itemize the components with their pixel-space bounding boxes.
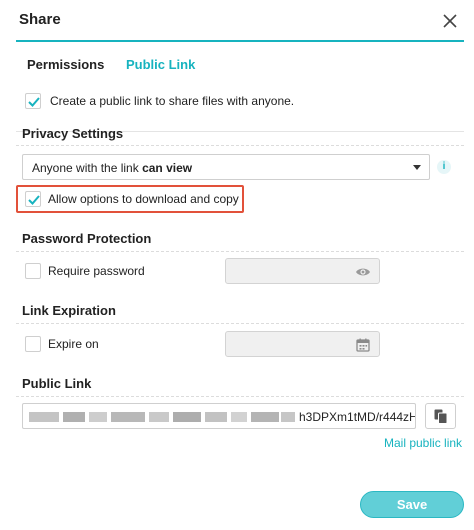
dialog-title: Share (19, 11, 61, 28)
save-button[interactable]: Save (360, 491, 464, 518)
link-expiration-heading: Link Expiration (22, 303, 116, 318)
privacy-settings-heading: Privacy Settings (22, 126, 124, 141)
allow-download-label: Allow options to download and copy (48, 192, 239, 206)
password-divider (16, 251, 464, 252)
close-icon[interactable] (436, 7, 464, 35)
share-dialog: Share Permissions Public Link Create a p… (0, 0, 474, 530)
link-permission-level: can view (142, 161, 193, 175)
mail-public-link[interactable]: Mail public link (384, 436, 462, 450)
expiration-divider (16, 323, 464, 324)
link-permission-value: Anyone with the link can view (32, 161, 192, 175)
copy-icon (434, 409, 448, 424)
allow-download-checkbox[interactable] (25, 191, 41, 207)
privacy-divider (16, 145, 464, 146)
tab-permissions[interactable]: Permissions (27, 57, 104, 72)
copy-link-button[interactable] (425, 403, 456, 429)
public-link-heading: Public Link (22, 376, 92, 391)
create-public-link-checkbox[interactable] (25, 93, 41, 109)
calendar-icon[interactable] (355, 337, 371, 353)
public-link-divider (16, 396, 464, 397)
expire-on-checkbox[interactable] (25, 336, 41, 352)
require-password-label: Require password (48, 264, 145, 278)
info-icon[interactable]: i (437, 160, 451, 174)
eye-icon[interactable] (355, 264, 371, 280)
create-public-link-label: Create a public link to share files with… (50, 94, 295, 108)
expiration-date-field[interactable] (225, 331, 380, 357)
public-link-field[interactable]: h3DPXm1tMD/r444zH (22, 403, 416, 429)
chevron-down-icon (413, 165, 421, 170)
expire-on-label: Expire on (48, 337, 99, 351)
link-permission-select[interactable]: Anyone with the link can view (22, 154, 430, 180)
dialog-header: Share (0, 0, 474, 42)
checkmark-icon (28, 97, 40, 107)
password-protection-heading: Password Protection (22, 231, 152, 246)
require-password-checkbox[interactable] (25, 263, 41, 279)
tab-public-link[interactable]: Public Link (126, 57, 195, 72)
tab-bar: Permissions Public Link (0, 50, 474, 132)
password-field[interactable] (225, 258, 380, 284)
public-link-text: h3DPXm1tMD/r444zH (299, 410, 416, 424)
link-permission-prefix: Anyone with the link (32, 161, 143, 175)
checkmark-icon (28, 195, 40, 205)
header-divider (16, 40, 464, 42)
